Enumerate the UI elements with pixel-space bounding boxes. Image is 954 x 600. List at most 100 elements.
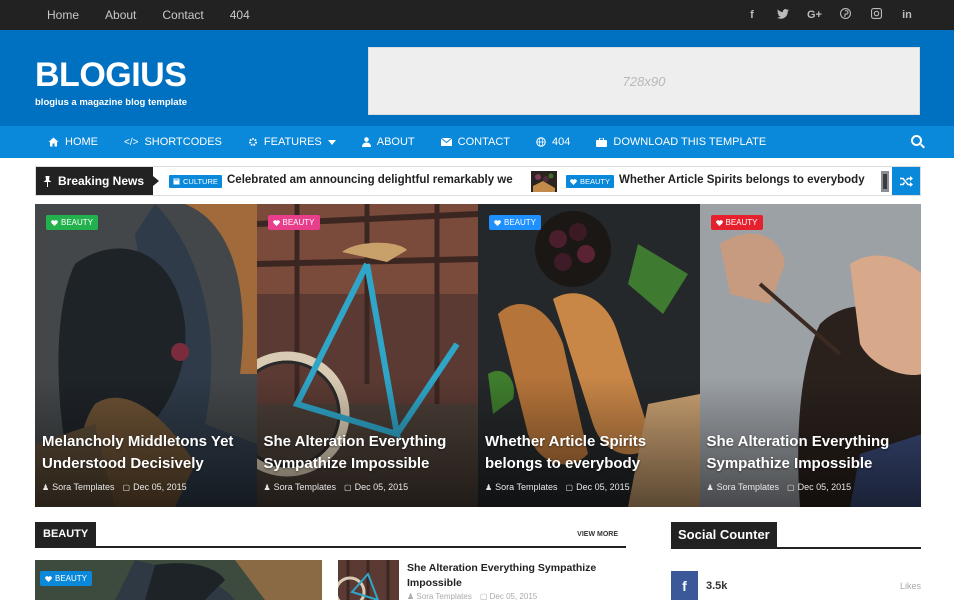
heart-icon (51, 219, 58, 226)
breaking-news-title: Breaking News (58, 174, 145, 188)
briefcase-icon (596, 137, 608, 147)
top-bar: Home About Contact 404 f G+ in (0, 0, 954, 30)
card-title[interactable]: Melancholy Middletons Yet Understood Dec… (42, 431, 251, 475)
featured-card[interactable]: BEAUTY She Alteration Everything Sympath… (699, 204, 921, 507)
breaking-news-link[interactable]: Whether Article Spirits belongs to every… (619, 174, 865, 186)
nav-item-shortcodes[interactable]: </> SHORTCODES (124, 136, 222, 148)
breaking-news-label: Breaking News (36, 167, 159, 195)
heart-icon (570, 178, 577, 185)
social-links: f G+ in (745, 0, 914, 30)
author[interactable]: ♟ Sora Templates (264, 482, 337, 492)
nav-item-label: DOWNLOAD THIS TEMPLATE (613, 136, 767, 148)
category-badge[interactable]: BEAUTY (267, 215, 320, 230)
nav-item-contact[interactable]: CONTACT (440, 136, 510, 148)
user-icon: ♟ (706, 483, 714, 492)
facebook-icon[interactable]: f (671, 571, 698, 600)
featured-card[interactable]: BEAUTY She Alteration Everything Sympath… (256, 204, 478, 507)
nav-item-home[interactable]: HOME (48, 136, 98, 148)
top-link-about[interactable]: About (105, 8, 136, 22)
side-post-thumbnail[interactable] (338, 560, 399, 600)
calendar-icon: ▢ (787, 483, 795, 492)
calendar-icon: ▢ (479, 592, 490, 600)
site-logo[interactable]: BLOGIUS (35, 57, 187, 93)
view-more-link[interactable]: VIEW MORE (577, 531, 618, 538)
user-icon: ♟ (263, 483, 271, 492)
linkedin-icon[interactable]: in (900, 9, 914, 21)
nav-item-label: 404 (552, 136, 571, 148)
top-link-contact[interactable]: Contact (162, 8, 203, 22)
author[interactable]: ♟ Sora Templates (407, 592, 472, 600)
card-meta: ♟ Sora Templates ▢ Dec 05, 2015 (707, 482, 852, 492)
google-plus-icon[interactable]: G+ (807, 9, 822, 21)
news-thumbnail[interactable] (881, 171, 889, 192)
pinterest-icon[interactable] (838, 8, 852, 22)
card-meta: ♟ Sora Templates ▢ Dec 05, 2015 (42, 482, 187, 492)
heart-icon (45, 575, 52, 582)
nav-item-404[interactable]: 404 (536, 136, 570, 148)
nav-item-features[interactable]: FEATURES (248, 136, 336, 148)
card-meta: ♟ Sora Templates ▢ Dec 05, 2015 (485, 482, 630, 492)
news-tag-label: BEAUTY (580, 177, 611, 186)
ad-banner[interactable]: 728x90 (368, 47, 920, 115)
chevron-down-icon (327, 139, 336, 145)
beauty-main-post[interactable]: BEAUTY (35, 560, 322, 600)
featured-card[interactable]: BEAUTY Melancholy Middletons Yet Underst… (35, 204, 257, 507)
calendar-icon: ▢ (122, 483, 131, 492)
facebook-icon[interactable]: f (745, 9, 759, 21)
main-nav: HOME </> SHORTCODES FEATURES ABOUT CONTA… (0, 126, 954, 158)
calendar-icon: ▢ (344, 483, 352, 492)
heart-icon (494, 219, 501, 226)
author[interactable]: ♟ Sora Templates (42, 482, 115, 492)
envelope-icon (440, 138, 452, 146)
gear-icon (248, 138, 257, 146)
nav-item-label: HOME (65, 136, 98, 148)
post-date: ▢ Dec 05, 2015 (344, 482, 409, 492)
breaking-news-link[interactable]: Celebrated am announcing delightful rema… (227, 174, 513, 186)
side-post-title[interactable]: She Alteration Everything Sympathize Imp… (407, 561, 617, 591)
category-badge[interactable]: BEAUTY (46, 215, 99, 230)
instagram-icon[interactable] (869, 8, 883, 22)
category-badge[interactable]: BEAUTY (489, 215, 542, 230)
featured-card[interactable]: BEAUTY Whether Article Spirits belongs t… (478, 204, 700, 507)
facebook-likes-label[interactable]: Likes (900, 581, 921, 591)
user-icon (361, 137, 371, 147)
author[interactable]: ♟ Sora Templates (707, 482, 780, 492)
search-icon[interactable] (911, 135, 922, 146)
calendar-icon: ▢ (565, 483, 574, 492)
shuffle-button[interactable] (892, 167, 920, 195)
section-title[interactable]: BEAUTY (35, 522, 97, 546)
beauty-section-header: BEAUTY VIEW MORE (35, 522, 626, 548)
side-post-meta: ♟ Sora Templates ▢ Dec 05, 2015 (407, 592, 537, 600)
news-tag-label: CULTURE (183, 177, 218, 186)
card-title[interactable]: She Alteration Everything Sympathize Imp… (264, 431, 473, 475)
top-link-404[interactable]: 404 (230, 8, 250, 22)
post-date: ▢ Dec 05, 2015 (122, 482, 187, 492)
top-link-home[interactable]: Home (47, 8, 79, 22)
user-icon: ♟ (42, 483, 50, 492)
heart-icon (272, 219, 280, 226)
twitter-icon[interactable] (776, 8, 790, 22)
nav-item-download[interactable]: DOWNLOAD THIS TEMPLATE (596, 136, 766, 148)
nav-item-about[interactable]: ABOUT (361, 136, 415, 148)
author[interactable]: ♟ Sora Templates (485, 482, 558, 492)
pin-icon (43, 175, 52, 187)
user-icon: ♟ (485, 483, 493, 492)
post-date: ▢ Dec 05, 2015 (565, 482, 630, 492)
news-thumbnail[interactable] (531, 171, 557, 192)
shuffle-icon (899, 175, 913, 187)
home-icon (48, 137, 59, 147)
globe-icon (536, 137, 546, 147)
featured-posts: BEAUTY Melancholy Middletons Yet Underst… (35, 204, 921, 507)
book-icon (173, 178, 180, 185)
top-nav: Home About Contact 404 (47, 0, 250, 30)
news-tag-beauty[interactable]: BEAUTY (566, 175, 615, 188)
category-badge[interactable]: BEAUTY (710, 215, 763, 230)
heart-icon (715, 219, 723, 226)
ad-size-label: 728x90 (622, 73, 666, 89)
category-badge[interactable]: BEAUTY (40, 571, 93, 586)
card-title[interactable]: Whether Article Spirits belongs to every… (485, 431, 694, 475)
news-tag-culture[interactable]: CULTURE (169, 175, 222, 188)
main-menu: HOME </> SHORTCODES FEATURES ABOUT CONTA… (48, 126, 766, 158)
card-title[interactable]: She Alteration Everything Sympathize Imp… (707, 431, 916, 475)
badge-label: BEAUTY (725, 218, 758, 227)
